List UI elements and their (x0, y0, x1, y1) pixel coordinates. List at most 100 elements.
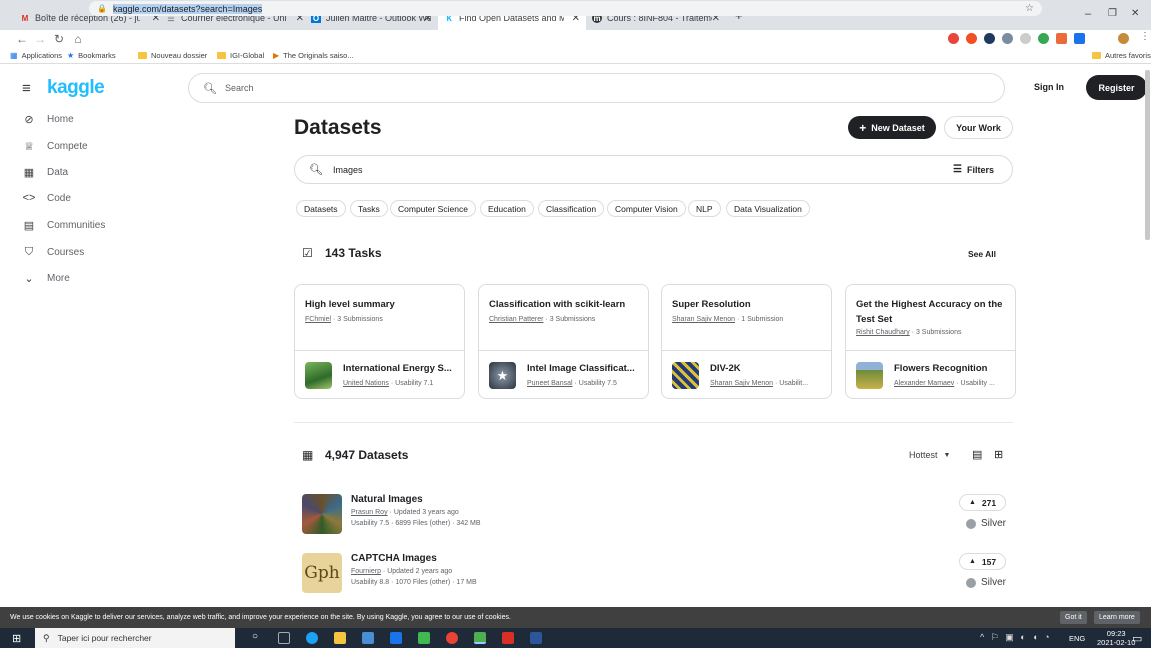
cortana-icon[interactable]: ○ (252, 631, 258, 642)
dataset-meta: Usability 8.8 · 1070 Files (other) · 17 … (351, 579, 477, 586)
extension-icon[interactable] (1038, 33, 1049, 44)
bookmark-item[interactable]: Nouveau dossier (138, 51, 207, 60)
taskbar-search-input[interactable]: ⚲ Taper ici pour rechercher (35, 628, 235, 648)
dataset-title[interactable]: International Energy S... (343, 363, 452, 374)
task-card[interactable]: Classification with scikit-learn Christi… (478, 284, 649, 399)
dataset-author[interactable]: Alexander Mamaev (894, 380, 954, 387)
dataset-title[interactable]: Intel Image Classificat... (527, 363, 635, 374)
word-icon[interactable] (530, 632, 542, 644)
minimize-button[interactable]: – (1085, 8, 1091, 20)
folder-icon (217, 52, 226, 59)
star-icon[interactable]: ☆ (1025, 3, 1034, 14)
sidebar-item-home[interactable]: ⊘ Home (22, 109, 73, 129)
system-tray-icons[interactable]: ^ ⚐ ▣ ◐ ◖ ◔ (980, 632, 1052, 643)
dataset-author[interactable]: Prasun Roy (351, 509, 388, 516)
reload-icon[interactable]: ↻ (51, 32, 67, 46)
extension-icon[interactable] (1020, 33, 1031, 44)
extension-icon[interactable] (984, 33, 995, 44)
app-icon[interactable] (418, 632, 430, 644)
filter-chip[interactable]: Classification (538, 200, 605, 217)
bookmark-item[interactable]: ▦ Applications (10, 51, 62, 60)
extension-icon[interactable] (1074, 33, 1085, 44)
bookmark-item[interactable]: Autres favoris (1092, 51, 1151, 60)
dataset-title[interactable]: DIV-2K (710, 363, 741, 374)
dataset-row[interactable]: Natural Images Prasun Roy · Updated 3 ye… (302, 494, 1014, 544)
register-button[interactable]: Register (1086, 75, 1147, 100)
notification-icon[interactable]: ▭ (1132, 632, 1142, 645)
filter-chip[interactable]: Data Visualization (726, 200, 810, 217)
page-scrollbar[interactable] (1145, 70, 1150, 240)
dataset-author[interactable]: United Nations (343, 380, 389, 387)
extension-icon[interactable] (948, 33, 959, 44)
bookmark-item[interactable]: ▶ The Originals saiso... (273, 51, 354, 60)
dataset-row[interactable]: Gph CAPTCHA Images Fournierp · Updated 2… (302, 553, 1014, 603)
extension-icon[interactable] (1002, 33, 1013, 44)
task-view-icon[interactable] (278, 632, 290, 644)
bookmark-item[interactable]: IGI-Global (217, 51, 264, 60)
language-indicator[interactable]: ENG (1069, 634, 1085, 643)
task-card[interactable]: High level summary FChmiel · 3 Submissio… (294, 284, 465, 399)
filter-chip[interactable]: Computer Vision (607, 200, 686, 217)
home-icon[interactable]: ⌂ (70, 32, 86, 46)
dataset-title[interactable]: Flowers Recognition (894, 363, 987, 374)
dataset-author[interactable]: Puneet Bansal (527, 380, 573, 387)
sidebar-item-communities[interactable]: ▤ Communities (22, 215, 106, 235)
forward-arrow-icon[interactable]: → (32, 32, 48, 46)
hamburger-menu-icon[interactable]: ≡ (22, 80, 31, 97)
maximize-button[interactable]: ❐ (1108, 8, 1117, 19)
store-icon[interactable] (362, 632, 374, 644)
task-author[interactable]: FChmiel (305, 316, 331, 323)
mail-app-icon[interactable] (390, 632, 402, 644)
filter-chip[interactable]: NLP (688, 200, 721, 217)
task-card[interactable]: Get the Highest Accuracy on the Test Set… (845, 284, 1016, 399)
sidebar-item-courses[interactable]: ⛉ Courses (22, 242, 84, 262)
sidebar-item-code[interactable]: <> Code (22, 188, 71, 208)
dataset-author[interactable]: Fournierp (351, 568, 381, 575)
task-author[interactable]: Christian Patterer (489, 316, 543, 323)
sort-dropdown[interactable]: Hottest ▼ (909, 450, 950, 460)
app-icon[interactable] (474, 632, 486, 644)
dataset-author[interactable]: Sharan Sajiv Menon (710, 380, 773, 387)
task-author[interactable]: Sharan Sajiv Menon (672, 316, 735, 323)
learn-more-button[interactable]: Learn more (1094, 611, 1140, 624)
sidebar-item-compete[interactable]: ♕ Compete (22, 136, 88, 156)
see-all-link[interactable]: See All (968, 249, 996, 259)
clock[interactable]: 09:23 2021-02-10 (1097, 629, 1135, 647)
windows-start-icon[interactable]: ⊞ (12, 632, 21, 645)
bookmark-item[interactable]: ★ Bookmarks (67, 51, 116, 60)
upvote-button[interactable]: ▲ 271 (959, 494, 1006, 511)
filters-button[interactable]: ☰ Filters (953, 164, 994, 175)
task-author[interactable]: Rishit Chaudhary (856, 329, 910, 336)
list-view-icon[interactable]: ▤ (972, 448, 982, 461)
edge-icon[interactable] (306, 632, 318, 644)
your-work-button[interactable]: Your Work (944, 116, 1013, 139)
file-explorer-icon[interactable] (334, 632, 346, 644)
new-dataset-button[interactable]: + New Dataset (848, 116, 936, 139)
filter-chip[interactable]: Education (480, 200, 534, 217)
task-card[interactable]: Super Resolution Sharan Sajiv Menon · 1 … (661, 284, 832, 399)
sidebar-item-more[interactable]: ⌄ More (22, 268, 69, 288)
close-window-button[interactable]: ✕ (1131, 8, 1139, 19)
dataset-search-input[interactable]: 🔍︎ Images ☰ Filters (294, 155, 1013, 184)
filter-chip[interactable]: Datasets (296, 200, 346, 217)
url-bar[interactable]: 🔒 kaggle.com/datasets?search=Images ☆ (89, 1, 1042, 16)
kaggle-logo[interactable]: kaggle (47, 77, 105, 99)
extension-icon[interactable] (1056, 33, 1067, 44)
sidebar-item-data[interactable]: ▦ Data (22, 162, 68, 182)
upvote-button[interactable]: ▲ 157 (959, 553, 1006, 570)
divider (846, 350, 1015, 351)
filter-chip[interactable]: Tasks (350, 200, 388, 217)
dataset-title[interactable]: Natural Images (351, 494, 423, 505)
sign-in-link[interactable]: Sign In (1034, 82, 1064, 92)
got-it-button[interactable]: Got it (1060, 611, 1087, 624)
extension-icon[interactable] (966, 33, 977, 44)
site-search-input[interactable]: 🔍︎ Search (188, 73, 1005, 103)
grid-view-icon[interactable]: ⊞ (994, 448, 1003, 461)
back-arrow-icon[interactable]: ← (14, 32, 30, 46)
browser-menu-icon[interactable]: ⋮ (1140, 31, 1150, 42)
avatar[interactable] (1118, 33, 1129, 44)
acrobat-icon[interactable] (502, 632, 514, 644)
chrome-icon[interactable] (446, 632, 458, 644)
dataset-title[interactable]: CAPTCHA Images (351, 553, 437, 564)
filter-chip[interactable]: Computer Science (390, 200, 476, 217)
